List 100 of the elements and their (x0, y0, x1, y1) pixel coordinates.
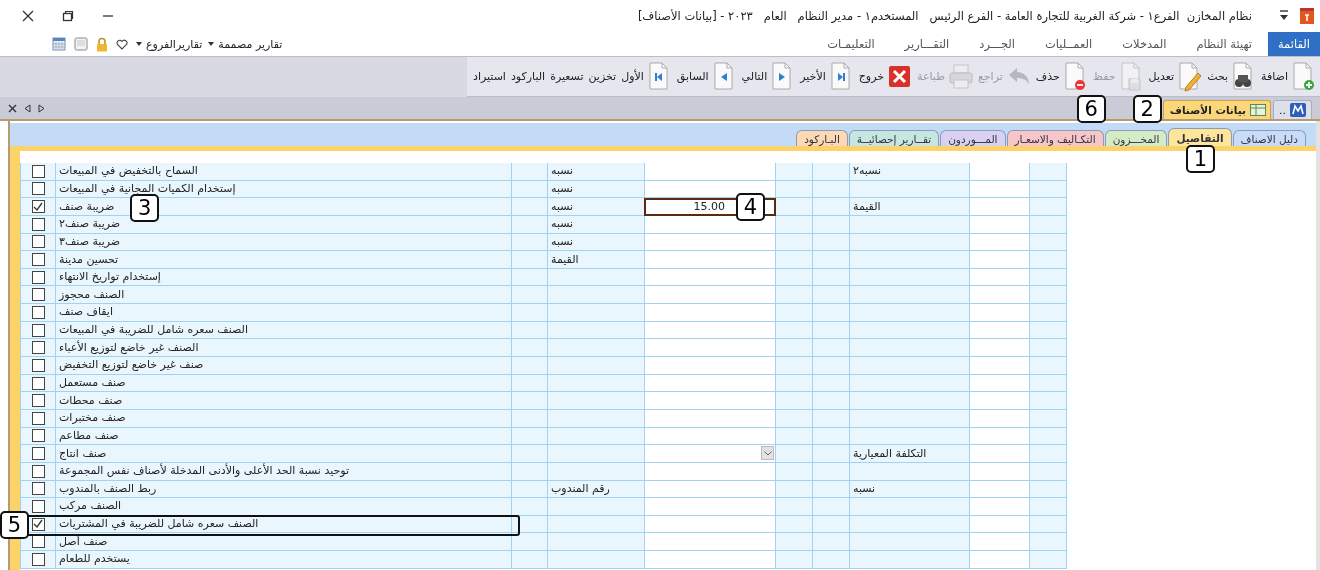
toolbar-button[interactable]: الأول (621, 59, 672, 94)
checkbox[interactable] (31, 358, 45, 372)
checkbox[interactable] (31, 517, 45, 531)
table-cell (1030, 163, 1067, 181)
checkbox[interactable] (31, 394, 45, 408)
menu-tab[interactable]: التعليمـات (813, 32, 889, 56)
toolbar-button[interactable]: بحث (1207, 59, 1257, 94)
sheet-icon (1250, 104, 1266, 116)
checkbox[interactable] (31, 305, 45, 319)
checkbox[interactable] (31, 200, 45, 214)
callout-number: 1 (1186, 145, 1215, 173)
table-cell (1030, 498, 1067, 516)
table-cell: نسبه (551, 234, 574, 249)
toolbar-button[interactable]: تسعيرة (550, 59, 584, 94)
table-cell: التكلفة المعيارية (853, 446, 927, 461)
table-cell: صنف انتاج (59, 446, 107, 461)
checkbox[interactable] (31, 447, 45, 461)
report-menu-button[interactable]: تقارير مصممة (208, 37, 283, 51)
checkbox[interactable] (31, 253, 45, 266)
table-cell (1030, 251, 1067, 269)
logo-icon (1290, 103, 1306, 117)
right-arrow-icon (38, 103, 45, 113)
table-cell (1030, 357, 1067, 375)
menu-tab[interactable]: القائمة (1267, 32, 1320, 56)
toolbar-button[interactable]: الأخير (800, 59, 854, 94)
dropdown-button[interactable] (761, 446, 774, 461)
heart-icon (116, 38, 128, 50)
toolbar-button[interactable]: تخزين (588, 59, 617, 94)
report-menu-button[interactable]: تقاريرالفروع (136, 37, 203, 51)
table-cell (776, 251, 813, 269)
checkbox[interactable] (31, 411, 45, 425)
toolbar-button[interactable]: خروج (858, 59, 913, 94)
table-cell (813, 339, 850, 358)
lock-icon (96, 36, 108, 52)
checkbox[interactable] (31, 341, 45, 355)
table-cell (1030, 392, 1067, 410)
close-icon (8, 103, 17, 113)
table-cell (970, 286, 1030, 305)
section-tab[interactable]: المـــوردون (940, 130, 1006, 146)
menu-tab[interactable]: التقـــارير (890, 32, 964, 56)
checkbox[interactable] (31, 217, 45, 231)
section-tab[interactable]: تقــارير إحصائيــة (848, 130, 940, 146)
menu-tab[interactable]: تهيئة النظام (1182, 32, 1266, 56)
callout-number: 6 (1076, 94, 1106, 123)
toolbar-button[interactable]: اضافة (1261, 59, 1316, 94)
table-cell (776, 357, 813, 375)
table-cell (776, 551, 813, 569)
checkbox[interactable] (31, 288, 45, 302)
callout-number: 2 (1132, 94, 1162, 123)
section-tab[interactable]: البـاركود (796, 130, 848, 146)
check-icon (33, 519, 43, 530)
section-tab[interactable]: التفاصيل (1168, 128, 1232, 146)
caret-icon (208, 42, 215, 46)
table-cell: نسبه (551, 217, 574, 232)
pencil-icon (1176, 61, 1203, 92)
table-cell (813, 357, 850, 375)
table-cell (970, 251, 1030, 269)
toolbar-button[interactable]: حذف (1035, 59, 1088, 94)
checkbox[interactable] (31, 429, 45, 443)
checkbox[interactable] (31, 235, 45, 249)
table-cell: صنف أصل (59, 534, 108, 549)
checkbox[interactable] (31, 464, 45, 478)
table-cell (813, 304, 850, 322)
checkbox[interactable] (31, 182, 45, 196)
value-field[interactable]: 15.00 (693, 200, 725, 214)
menu-tab[interactable]: المدخلات (1108, 32, 1181, 56)
table-cell: القيمة (853, 199, 881, 214)
table-cell (1030, 339, 1067, 358)
toolbar-button[interactable]: استيراد (473, 59, 506, 94)
checkbox[interactable] (31, 164, 45, 178)
toolbar-button[interactable]: السابق (676, 59, 737, 94)
table-cell: نسبه (551, 199, 574, 214)
toolbar-button[interactable]: تعديل (1148, 59, 1203, 94)
table-cell: إستخدام الكميات المجانية في المبيعات (59, 181, 236, 196)
toolbar-button[interactable]: الباركود (510, 59, 546, 94)
menu-tab[interactable]: العمــليات (1031, 32, 1107, 56)
checkbox[interactable] (31, 500, 45, 513)
menu-tab[interactable]: الجـــرد (965, 32, 1029, 56)
table-cell: صنف محطات (59, 393, 123, 408)
table-cell: نسبه٢ (853, 164, 881, 179)
document-tab[interactable]: بيانات الأصناف (1162, 100, 1271, 119)
table-cell (970, 498, 1030, 516)
checkbox[interactable] (31, 552, 45, 566)
table-cell (776, 498, 813, 516)
table-cell (813, 286, 850, 305)
caret-icon (136, 42, 142, 46)
section-tab[interactable]: المخـــزون (1104, 130, 1168, 146)
document-tab[interactable]: .. (1273, 100, 1312, 119)
toolbar-button[interactable]: التالي (741, 59, 796, 94)
section-tab[interactable]: دليل الاصناف (1232, 130, 1306, 146)
table-cell: صنف مختبرات (59, 411, 126, 426)
checkbox[interactable] (31, 270, 45, 284)
checkbox[interactable] (31, 323, 45, 337)
table-cell: الصنف غير خاضع لتوزيع الأعباء (59, 340, 199, 355)
checkbox[interactable] (31, 376, 45, 390)
table-cell: نسبه (551, 181, 574, 196)
table-cell (970, 533, 1030, 552)
table-cell (1030, 445, 1067, 463)
checkbox[interactable] (31, 482, 45, 496)
section-tab[interactable]: التكـاليف والاسعـار (1006, 130, 1104, 146)
